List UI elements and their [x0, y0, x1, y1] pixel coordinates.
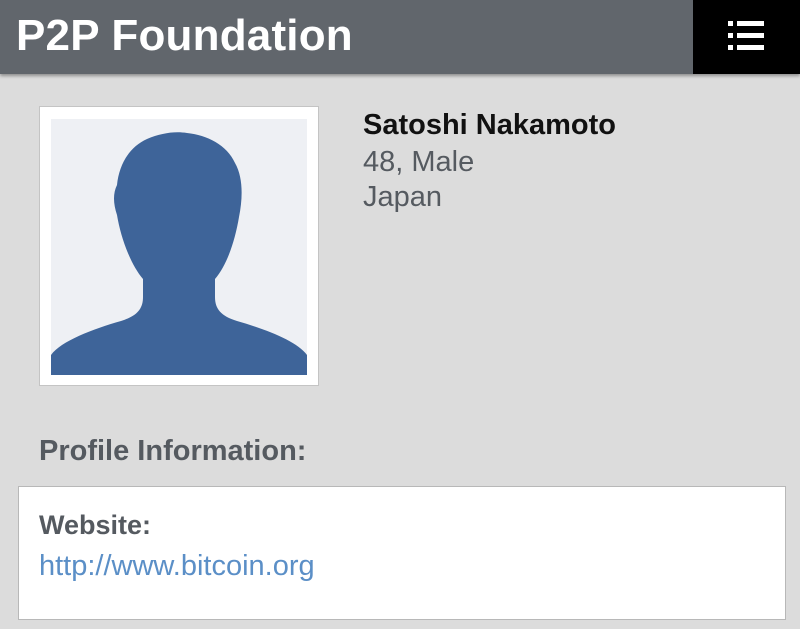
website-label: Website: [39, 510, 152, 540]
profile-age-gender: 48, Male [363, 146, 475, 178]
website-link[interactable]: http://www.bitcoin.org [39, 549, 315, 583]
site-title[interactable]: P2P Foundation [16, 10, 353, 62]
profile-information-heading: Profile Information: [39, 435, 307, 467]
profile-name: Satoshi Nakamoto [363, 109, 616, 141]
profile-location: Japan [363, 181, 443, 213]
profile-information-box: Website: http://www.bitcoin.org [18, 486, 786, 620]
list-menu-icon [728, 21, 764, 50]
default-user-silhouette-icon [51, 132, 307, 375]
menu-button[interactable] [693, 0, 800, 74]
app-header: P2P Foundation [0, 0, 800, 74]
avatar-image [51, 119, 307, 375]
avatar[interactable] [39, 106, 319, 386]
